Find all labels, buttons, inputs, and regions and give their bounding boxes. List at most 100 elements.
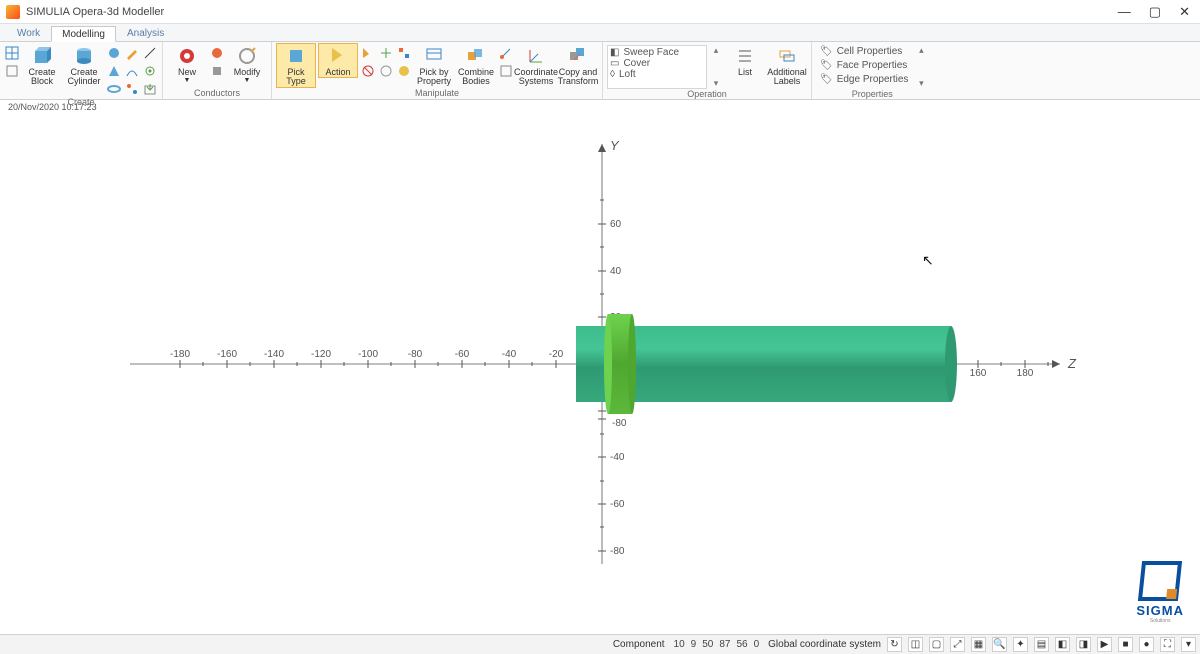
point-icon[interactable]: [124, 81, 140, 97]
combine-bodies-button[interactable]: Combine Bodies: [456, 43, 496, 88]
svg-text:60: 60: [610, 219, 622, 230]
status-zoom-icon[interactable]: 🔍: [992, 637, 1007, 652]
action-button[interactable]: Action: [318, 43, 358, 78]
manip-sm5-icon[interactable]: [378, 63, 394, 79]
import-icon[interactable]: [142, 81, 158, 97]
pen-icon[interactable]: [124, 45, 140, 61]
edge-properties-button[interactable]: 🏷Edge Properties: [816, 73, 912, 86]
manip-sm2-icon[interactable]: [378, 45, 394, 61]
sphere-icon[interactable]: [106, 45, 122, 61]
svg-text:-80: -80: [610, 546, 625, 557]
minimize-button[interactable]: —: [1118, 5, 1131, 18]
viewport-3d[interactable]: Z Y -180 -160 -140 -120 -100 -80 -60 -40…: [0, 114, 1200, 634]
action-icon: [328, 46, 348, 66]
manip-ex2-icon[interactable]: [498, 63, 514, 79]
modify-conductor-button[interactable]: Modify▼: [227, 43, 267, 86]
svg-text:-40: -40: [610, 452, 625, 463]
cylinder-model[interactable]: [576, 314, 957, 414]
status-cube-icon[interactable]: ◫: [908, 637, 923, 652]
status-box-icon[interactable]: ▢: [929, 637, 944, 652]
create-block-button[interactable]: Create Block: [22, 43, 62, 88]
maximize-button[interactable]: ▢: [1149, 5, 1161, 18]
y-axis-label: Y: [610, 138, 620, 153]
conductor-sm1-icon[interactable]: [209, 45, 225, 61]
operation-list[interactable]: ◧Sweep Face ▭Cover ◊Loft: [607, 45, 707, 89]
svg-text:-20: -20: [549, 349, 564, 360]
combine-icon: [466, 46, 486, 66]
cell-properties-button[interactable]: 🏷Cell Properties: [816, 45, 912, 58]
copy-transform-button[interactable]: Copy and Transform: [558, 43, 598, 88]
tag-icon: 🏷: [820, 60, 833, 71]
tab-modelling[interactable]: Modelling: [51, 26, 116, 42]
svg-text:-60: -60: [455, 349, 470, 360]
create-cylinder-button[interactable]: Create Cylinder: [64, 43, 104, 88]
svg-text:-120: -120: [311, 349, 331, 360]
line-icon[interactable]: [142, 45, 158, 61]
gear-small-icon[interactable]: [142, 63, 158, 79]
modify-icon: [237, 46, 257, 66]
tab-analysis[interactable]: Analysis: [116, 25, 175, 41]
status-component-label: Component: [613, 639, 665, 650]
status-view2-icon[interactable]: ◨: [1076, 637, 1091, 652]
loft-icon: ◊: [610, 69, 615, 80]
cone-icon[interactable]: [106, 63, 122, 79]
close-button[interactable]: ✕: [1179, 5, 1190, 18]
status-stop-icon[interactable]: ■: [1118, 637, 1133, 652]
block-icon: [32, 46, 52, 66]
status-refresh-icon[interactable]: ↻: [887, 637, 902, 652]
torus-icon[interactable]: [106, 81, 122, 97]
additional-labels-button[interactable]: Additional Labels: [767, 43, 807, 88]
new-conductor-icon: [177, 46, 197, 66]
ribbon-group-manipulate: Pick Type Action Pick: [272, 42, 603, 99]
tag-icon: 🏷: [820, 46, 833, 57]
status-view1-icon[interactable]: ◧: [1055, 637, 1070, 652]
svg-text:-140: -140: [264, 349, 284, 360]
properties-scroll[interactable]: ▴▾: [914, 45, 928, 89]
status-grid-icon[interactable]: ▦: [971, 637, 986, 652]
sigma-logo: SIGMA Solutions: [1136, 561, 1184, 624]
pick-type-button[interactable]: Pick Type: [276, 43, 316, 88]
coordinate-systems-button[interactable]: Coordinate Systems: [516, 43, 556, 88]
cover-icon: ▭: [610, 58, 619, 69]
new-conductor-button[interactable]: New▼: [167, 43, 207, 86]
svg-text:40: 40: [610, 266, 622, 277]
svg-text:-160: -160: [217, 349, 237, 360]
conductor-sm2-icon[interactable]: [209, 63, 225, 79]
status-record-icon[interactable]: ●: [1139, 637, 1154, 652]
manip-sm4-icon[interactable]: [360, 63, 376, 79]
pick-by-property-button[interactable]: Pick by Property: [414, 43, 454, 88]
z-axis-label: Z: [1067, 356, 1077, 371]
face-properties-button[interactable]: 🏷Face Properties: [816, 59, 912, 72]
status-expand-icon[interactable]: ⛶: [1160, 637, 1175, 652]
coord-icon: [526, 46, 546, 66]
copy-transform-icon: [568, 46, 588, 66]
svg-text:180: 180: [1017, 368, 1034, 379]
svg-text:-80: -80: [408, 349, 423, 360]
operation-scroll[interactable]: ▴▾: [709, 45, 723, 89]
status-dropdown-icon[interactable]: ▾: [1181, 637, 1196, 652]
manip-sm3-icon[interactable]: [396, 45, 412, 61]
svg-text:-180: -180: [170, 349, 190, 360]
status-coord-system: Global coordinate system: [768, 639, 881, 650]
curve-icon[interactable]: [124, 63, 140, 79]
ribbon-group-operation: ◧Sweep Face ▭Cover ◊Loft ▴▾ List Additio…: [603, 42, 812, 99]
window-controls: — ▢ ✕: [1118, 5, 1194, 18]
title-bar: SIMULIA Opera-3d Modeller — ▢ ✕: [0, 0, 1200, 24]
list-button[interactable]: List: [725, 43, 765, 78]
manip-sm1-icon[interactable]: [360, 45, 376, 61]
status-layers-icon[interactable]: ▤: [1034, 637, 1049, 652]
list-icon: [735, 46, 755, 66]
status-bar: Component 1095087560 Global coordinate s…: [0, 634, 1200, 654]
ribbon-tabstrip: Work Modelling Analysis: [0, 24, 1200, 42]
status-fit-icon[interactable]: ⤢: [950, 637, 965, 652]
tab-work[interactable]: Work: [6, 25, 51, 41]
status-axis-icon[interactable]: ✦: [1013, 637, 1028, 652]
grid-icon[interactable]: [4, 45, 20, 61]
manip-sm6-icon[interactable]: [396, 63, 412, 79]
status-play-icon[interactable]: ▶: [1097, 637, 1112, 652]
small-grid-icon[interactable]: [4, 63, 20, 79]
manip-ex1-icon[interactable]: [498, 45, 514, 61]
ribbon: Create Block Create Cylinder: [0, 42, 1200, 100]
ribbon-group-properties: 🏷Cell Properties 🏷Face Properties 🏷Edge …: [812, 42, 932, 99]
cylinder-icon: [74, 46, 94, 66]
